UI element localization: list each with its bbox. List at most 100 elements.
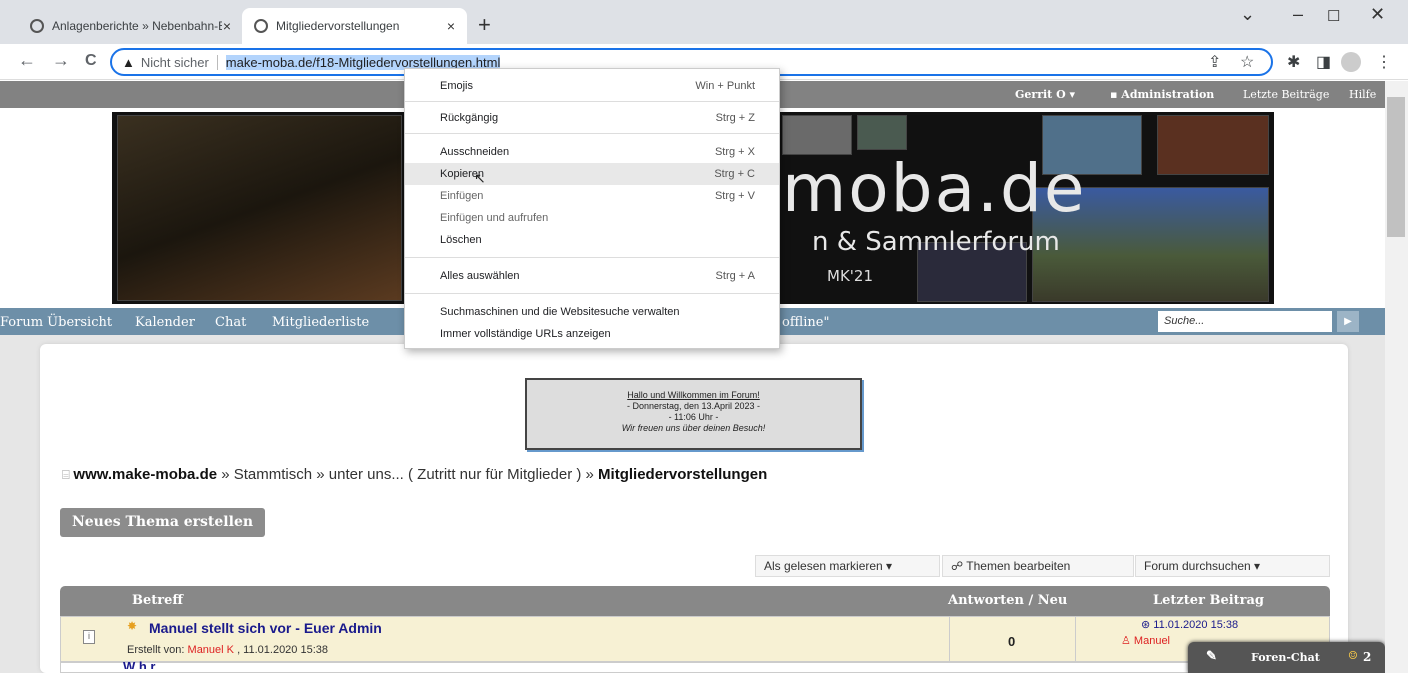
close-tab-icon[interactable]: × <box>447 18 455 34</box>
back-button[interactable]: ← <box>18 50 36 71</box>
latest-posts-link[interactable]: Letzte Beiträge <box>1243 88 1329 101</box>
menu-item-undo[interactable]: Rückgängig Strg + Z <box>405 107 779 129</box>
menu-shortcut: Strg + A <box>715 270 755 282</box>
created-prefix: Erstellt von: <box>127 644 188 656</box>
edit-icon: ☍ <box>951 559 967 573</box>
menu-label: Einfügen <box>440 190 484 202</box>
tab-search-chevron-icon[interactable]: ⌄ <box>1240 4 1255 25</box>
banner-photo-station <box>117 115 402 301</box>
table-row[interactable]: i ✸ Manuel stellt sich vor - Euer Admin … <box>60 616 1330 662</box>
menu-label: Ausschneiden <box>440 146 510 158</box>
extensions-icon[interactable]: ✱ <box>1287 52 1300 72</box>
menu-item-emojis[interactable]: Emojis Win + Punkt <box>405 75 779 97</box>
warning-icon[interactable]: ▲ <box>122 55 135 70</box>
created-date: , 11.01.2020 15:38 <box>234 644 329 656</box>
reply-count: 0 <box>1008 634 1016 649</box>
menu-shortcut: Win + Punkt <box>695 80 755 92</box>
tab-anlagenberichte[interactable]: Anlagenberichte » Nebenbahn-E × <box>18 8 243 44</box>
reload-button[interactable]: C <box>85 52 97 70</box>
breadcrumb-middle[interactable]: » Stammtisch » unter uns... ( Zutritt nu… <box>217 466 598 483</box>
help-link[interactable]: Hilfe <box>1349 88 1376 101</box>
menu-label: Einfügen und aufrufen <box>440 212 549 224</box>
menu-separator <box>405 133 779 134</box>
globe-icon <box>254 19 268 33</box>
users-icon: ☺ <box>1348 649 1358 662</box>
menu-item-copy[interactable]: Kopieren Strg + C <box>405 163 779 185</box>
edit-topics-label: Themen bearbeiten <box>966 559 1071 573</box>
star-icon[interactable]: ☆ <box>1240 52 1254 72</box>
topic-icon: i <box>83 630 95 644</box>
menu-separator <box>405 257 779 258</box>
last-post-author-name: Manuel <box>1133 635 1170 647</box>
table-header: Betreff Antworten / Neu Letzter Beitrag <box>60 586 1330 616</box>
maximize-button[interactable]: ☐ <box>1327 7 1340 25</box>
menu-icon[interactable]: ⋮ <box>1376 52 1392 72</box>
banner-photo-trucks <box>1157 115 1269 175</box>
topic-title[interactable]: Manuel stellt sich vor - Euer Admin <box>149 620 382 636</box>
admin-link[interactable]: ▪ Administration <box>1110 88 1214 101</box>
menu-label: Rückgängig <box>440 112 499 124</box>
scrollbar-thumb[interactable] <box>1387 97 1405 237</box>
tab-title: Anlagenberichte » Nebenbahn-E <box>52 19 222 33</box>
chat-icon: ✎ <box>1206 649 1217 664</box>
forum-chat-widget[interactable]: ✎ Foren-Chat ☺ 2 <box>1188 642 1385 673</box>
menu-item-full-urls[interactable]: Immer vollständige URLs anzeigen <box>405 323 779 345</box>
topic-title-partial[interactable]: W h r <box>123 659 156 669</box>
table-row[interactable]: W h r <box>60 659 1330 673</box>
breadcrumb-current: Mitgliedervorstellungen <box>598 466 768 483</box>
banner-mk: MK'21 <box>827 267 873 285</box>
new-tab-button[interactable]: + <box>478 12 491 38</box>
user-menu[interactable]: Gerrit O ▾ <box>1015 88 1075 101</box>
menu-shortcut: Strg + X <box>714 146 755 158</box>
last-post-author[interactable]: ♙ Manuel <box>1121 634 1170 647</box>
welcome-message: Wir freuen uns über deinen Besuch! <box>621 423 766 433</box>
menu-item-select-all[interactable]: Alles auswählen Strg + A <box>405 265 779 287</box>
minimize-button[interactable]: – <box>1293 4 1303 25</box>
nav-chat[interactable]: Chat <box>215 315 246 330</box>
welcome-box: Hallo und Willkommen im Forum! - Donners… <box>525 378 862 450</box>
menu-label: Emojis <box>440 80 474 92</box>
menu-label: Alles auswählen <box>440 270 520 282</box>
star-icon: ✸ <box>127 619 138 633</box>
tab-mitgliedervorstellungen[interactable]: Mitgliedervorstellungen × <box>242 8 467 44</box>
chat-label: Foren-Chat <box>1251 651 1320 664</box>
nav-kalender[interactable]: Kalender <box>135 315 195 330</box>
folder-icon: ⌸ <box>62 467 74 482</box>
share-icon[interactable]: ⇪ <box>1208 52 1221 72</box>
profile-icon[interactable] <box>1341 52 1361 72</box>
close-tab-icon[interactable]: × <box>223 18 231 34</box>
last-post-date[interactable]: ⊛ 11.01.2020 15:38 <box>1141 618 1238 631</box>
menu-item-paste[interactable]: Einfügen Strg + V <box>405 185 779 207</box>
breadcrumb-home[interactable]: www.make-moba.de <box>73 466 217 483</box>
mark-read-dropdown[interactable]: Als gelesen markieren ▾ <box>755 555 940 577</box>
edit-topics-button[interactable]: ☍ Themen bearbeiten <box>942 555 1134 577</box>
search-button[interactable]: ▶ <box>1337 311 1359 332</box>
forward-button[interactable]: → <box>52 50 70 71</box>
menu-label: Löschen <box>440 234 482 246</box>
nav-mitgliederliste[interactable]: Mitgliederliste <box>272 315 369 330</box>
menu-shortcut: Strg + Z <box>715 112 755 124</box>
banner-photo-ship <box>782 115 852 155</box>
nav-offline[interactable]: offline" <box>782 315 829 330</box>
menu-label: Suchmaschinen und die Websitesuche verwa… <box>440 306 680 318</box>
menu-item-paste-go[interactable]: Einfügen und aufrufen <box>405 207 779 229</box>
menu-item-cut[interactable]: Ausschneiden Strg + X <box>405 141 779 163</box>
breadcrumb: ⌸ www.make-moba.de » Stammtisch » unter … <box>62 466 767 483</box>
nav-forum-uebersicht[interactable]: Forum Übersicht <box>0 315 112 330</box>
search-forum-dropdown[interactable]: Forum durchsuchen ▾ <box>1135 555 1330 577</box>
banner-logo: moba.de <box>782 150 1087 227</box>
menu-item-delete[interactable]: Löschen <box>405 229 779 251</box>
divider <box>1075 617 1076 661</box>
search-input[interactable]: Suche... <box>1158 311 1332 332</box>
header-last-post: Letzter Beitrag <box>1153 593 1265 608</box>
security-label[interactable]: Nicht sicher <box>141 54 218 70</box>
menu-label: Immer vollständige URLs anzeigen <box>440 328 611 340</box>
close-window-button[interactable]: ✕ <box>1370 4 1385 25</box>
header-subject: Betreff <box>132 593 184 608</box>
topic-author[interactable]: Manuel K <box>188 644 234 656</box>
menu-item-search-engines[interactable]: Suchmaschinen und die Websitesuche verwa… <box>405 301 779 323</box>
sidepanel-icon[interactable]: ◨ <box>1316 52 1331 72</box>
menu-separator <box>405 101 779 102</box>
welcome-title[interactable]: Hallo und Willkommen im Forum! <box>527 390 860 401</box>
new-topic-button[interactable]: Neues Thema erstellen <box>60 508 265 537</box>
